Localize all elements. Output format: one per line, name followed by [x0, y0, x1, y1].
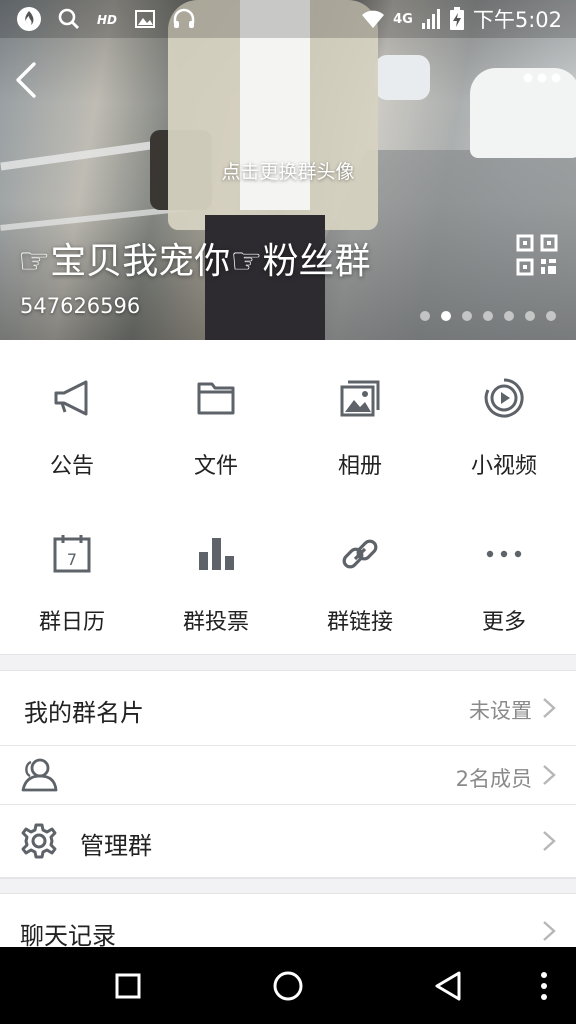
grid-item-announcement[interactable]: 公告 [0, 340, 144, 480]
home-button[interactable] [263, 961, 313, 1011]
page-dot [546, 311, 556, 321]
recent-apps-button[interactable] [103, 961, 153, 1011]
group-name: ☞宝贝我宠你☞粉丝群 [18, 241, 371, 282]
search-icon [58, 8, 79, 29]
hd-icon: HD [97, 13, 117, 27]
my-group-card-value: 未设置 [469, 699, 532, 723]
grid-item-group-link[interactable]: 群链接 [288, 496, 432, 636]
more-options-button[interactable] [518, 66, 566, 90]
clock: 下午5:02 [472, 8, 562, 32]
battery-charging-icon [449, 7, 464, 30]
back-nav-button[interactable] [423, 961, 473, 1011]
back-button[interactable] [12, 60, 42, 100]
page-dot [441, 311, 451, 321]
grid-item-label: 相册 [337, 454, 382, 479]
page-dot [483, 311, 493, 321]
grid-item-label: 文件 [193, 454, 238, 479]
link-icon [342, 539, 378, 569]
page-dot [462, 311, 472, 321]
chevron-right-icon [543, 698, 556, 718]
banner-page-indicator [420, 311, 556, 321]
wifi-icon [362, 10, 385, 28]
calendar-icon: 7 [53, 535, 91, 573]
manage-group-title: 管理群 [80, 832, 152, 860]
members-icon [21, 758, 58, 792]
chevron-right-icon [543, 765, 556, 785]
grid-item-label: 群日历 [38, 610, 105, 635]
svg-text:HD: HD [97, 13, 117, 27]
chat-history-row[interactable]: 聊天记录 [0, 894, 576, 950]
more-dots-icon [486, 550, 522, 558]
section-divider [0, 878, 576, 894]
group-members-row[interactable]: 2名成员 [0, 746, 576, 805]
section-divider [0, 654, 576, 671]
grid-item-more[interactable]: 更多 [432, 496, 576, 636]
chat-history-title: 聊天记录 [20, 922, 116, 950]
video-play-icon [484, 378, 524, 418]
grid-item-group-vote[interactable]: 群投票 [144, 496, 288, 636]
signal-icon [421, 9, 440, 29]
my-group-card-title: 我的群名片 [24, 699, 144, 727]
background-car [375, 55, 430, 100]
qr-code-button[interactable] [516, 234, 558, 276]
headset-icon [173, 8, 195, 28]
chevron-right-icon [543, 921, 556, 941]
group-id: 547626596 [20, 294, 141, 318]
manage-group-row[interactable]: 管理群 [0, 805, 576, 878]
menu-dots-button[interactable] [519, 961, 569, 1011]
group-feature-grid: 公告 文件 相册 小视频 7 群日历 群投票 群链接 更多 [0, 340, 576, 654]
system-navigation-bar [0, 947, 576, 1024]
grid-item-label: 小视频 [470, 454, 537, 479]
grid-item-label: 群链接 [326, 610, 393, 635]
status-bar: HD 4G 下午5:02 [0, 0, 576, 38]
photo-album-icon [340, 380, 380, 417]
network-type-label: 4G [393, 11, 413, 27]
grid-item-group-calendar[interactable]: 7 群日历 [0, 496, 144, 636]
qq-flame-icon [17, 7, 41, 31]
group-header-banner[interactable]: HD 4G 下午5:02 点击更换群头像 ☞宝贝我宠你☞粉丝群 54762659… [0, 0, 576, 340]
page-dot [420, 311, 430, 321]
bar-chart-icon [199, 538, 234, 570]
gear-icon [21, 823, 57, 859]
grid-item-files[interactable]: 文件 [144, 340, 288, 480]
grid-item-album[interactable]: 相册 [288, 340, 432, 480]
grid-item-label: 群投票 [182, 610, 249, 635]
grid-item-label: 公告 [49, 454, 94, 479]
chevron-right-icon [543, 831, 556, 851]
svg-text:7: 7 [67, 550, 77, 569]
grid-item-short-video[interactable]: 小视频 [432, 340, 576, 480]
my-group-card-row[interactable]: 我的群名片 未设置 [0, 671, 576, 746]
megaphone-icon [54, 380, 88, 416]
image-icon [135, 10, 155, 28]
group-members-count: 2名成员 [455, 767, 532, 791]
folder-icon [197, 382, 235, 415]
grid-item-label: 更多 [481, 610, 526, 635]
page-dot [504, 311, 514, 321]
page-dot [525, 311, 535, 321]
change-avatar-hint[interactable]: 点击更换群头像 [0, 157, 576, 184]
